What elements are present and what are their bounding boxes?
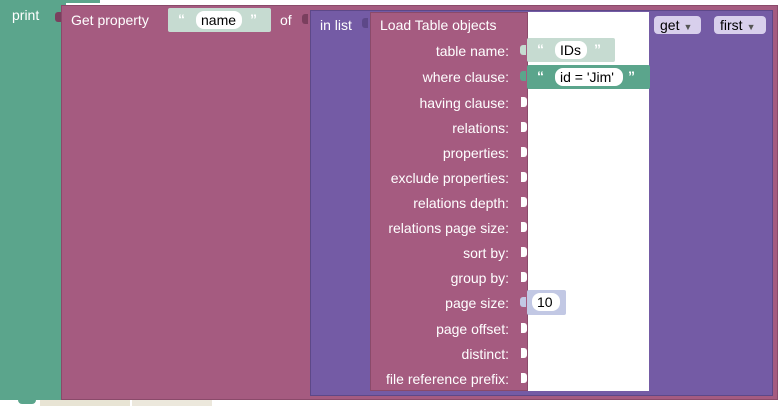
param-file-reference-prefix-label: file reference prefix:	[386, 371, 509, 387]
in-list-mode-dropdown[interactable]: get ▼	[654, 16, 701, 34]
param-group-by-label: group by:	[450, 270, 509, 286]
in-list-input-connector	[362, 18, 368, 28]
table-name-connector	[520, 45, 526, 55]
get-property-label: Get property	[71, 12, 149, 28]
where-clause-connector	[520, 71, 526, 81]
param-where-clause-label: where clause:	[422, 69, 509, 85]
load-table-objects-label: Load Table objects	[380, 17, 497, 33]
distinct-socket[interactable]	[521, 348, 527, 358]
print-label: print	[12, 7, 40, 23]
print-block-next-connector	[18, 396, 36, 404]
sort-by-socket[interactable]	[521, 247, 527, 257]
property-name-connector	[160, 14, 166, 24]
print-block[interactable]	[0, 0, 66, 400]
param-properties-label: properties:	[442, 145, 509, 161]
page-offset-socket[interactable]	[521, 323, 527, 333]
in-list-label: in list	[320, 17, 352, 33]
in-list-mode-value: get	[660, 17, 680, 33]
in-list-position-dropdown[interactable]: first ▼	[714, 16, 766, 34]
of-input-connector	[302, 14, 308, 24]
param-page-size-label: page size:	[445, 295, 509, 311]
open-quote-icon: “	[537, 68, 544, 84]
of-label: of	[280, 12, 292, 28]
properties-socket[interactable]	[521, 147, 527, 157]
workspace-bottom-strip	[132, 400, 212, 406]
param-relations-page-size-label: relations page size:	[388, 220, 509, 236]
where-clause-field[interactable]: id = 'Jim'	[555, 68, 623, 86]
exclude-properties-socket[interactable]	[521, 172, 527, 182]
close-quote-icon: ”	[594, 41, 601, 57]
page-size-connector	[520, 297, 526, 307]
relations-depth-socket[interactable]	[521, 197, 527, 207]
in-list-position-value: first	[720, 17, 743, 33]
param-having-clause-label: having clause:	[419, 95, 509, 111]
close-quote-icon: ”	[250, 11, 257, 27]
open-quote-icon: “	[178, 11, 185, 27]
open-quote-icon: “	[537, 41, 544, 57]
workspace-bottom-strip	[40, 400, 130, 406]
group-by-socket[interactable]	[521, 272, 527, 282]
table-name-field[interactable]: IDs	[555, 41, 587, 59]
param-page-offset-label: page offset:	[436, 321, 509, 337]
relations-socket[interactable]	[521, 122, 527, 132]
param-relations-depth-label: relations depth:	[413, 195, 509, 211]
page-size-field[interactable]: 10	[532, 293, 560, 311]
having-clause-socket[interactable]	[521, 97, 527, 107]
chevron-down-icon: ▼	[746, 22, 756, 32]
close-quote-icon: ”	[628, 68, 635, 84]
param-sort-by-label: sort by:	[463, 245, 509, 261]
get-property-output-connector	[55, 12, 61, 22]
property-name-field[interactable]: name	[196, 11, 242, 29]
chevron-down-icon: ▼	[683, 22, 693, 32]
file-reference-prefix-socket[interactable]	[521, 373, 527, 383]
param-relations-label: relations:	[452, 120, 509, 136]
relations-page-size-socket[interactable]	[521, 222, 527, 232]
param-distinct-label: distinct:	[461, 346, 509, 362]
param-table-name-label: table name:	[435, 43, 509, 59]
param-exclude-properties-label: exclude properties:	[390, 170, 509, 186]
